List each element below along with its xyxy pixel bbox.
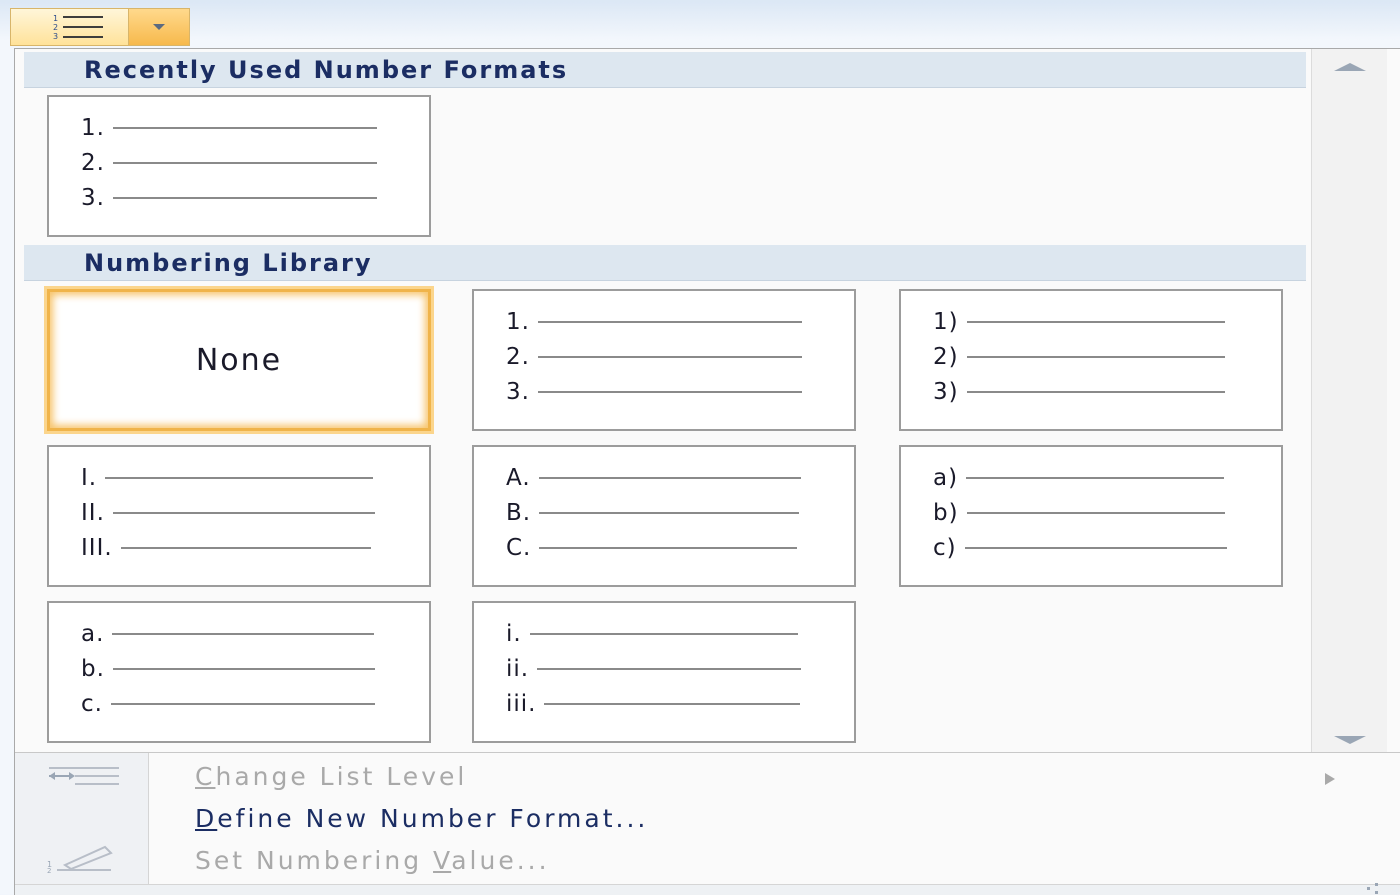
list-rule [966,391,1225,393]
list-marker: I. [81,465,98,491]
list-marker: c) [933,535,957,561]
list-marker: A. [506,465,531,491]
format-roman-upper-card[interactable]: I. II. III. [47,445,431,587]
list-rule [105,477,374,479]
list-marker: ii. [506,656,530,682]
list-rule [112,633,375,635]
list-marker: b. [81,656,105,682]
menu-item-label: alue... [451,846,550,875]
define-new-number-format-item[interactable]: Define New Number Format... [195,799,648,839]
format-arabic-paren-card[interactable]: 1) 2) 3) [899,289,1283,431]
format-none-card[interactable]: None [47,289,431,431]
list-rule [966,512,1225,514]
svg-text:2: 2 [53,23,58,32]
accelerator-key: D [195,804,218,833]
list-rule [537,321,802,323]
svg-text:3: 3 [53,32,58,41]
submenu-arrow-icon [1325,773,1335,785]
numbering-dropdown-button[interactable] [129,9,189,45]
menu-item-label: hange List Level [215,762,468,791]
format-alpha-upper-card[interactable]: A. B. C. [472,445,856,587]
change-list-level-icon [49,767,119,785]
list-rule [110,703,375,705]
set-numbering-value-icon: 1 2 [47,845,113,875]
list-rule [966,477,1225,479]
list-marker: III. [81,535,113,561]
list-marker: b) [933,500,959,526]
menu-item-label: efine New Number Format... [217,804,649,833]
list-rule [537,391,802,393]
list-marker: 2. [81,150,105,176]
numbering-button[interactable]: 1 2 3 [11,9,129,45]
menu-icon-gutter: 1 2 [15,753,149,884]
list-rule [112,668,375,670]
gallery-scrollbar[interactable] [1311,49,1387,752]
list-rule [112,512,375,514]
list-marker: 3) [933,379,959,405]
chevron-down-icon [153,24,165,30]
numbering-menu: 1 2 Change List Level Define New Number … [15,752,1400,895]
list-marker: II. [81,500,105,526]
list-marker: iii. [506,691,537,717]
set-numbering-value-item[interactable]: Set Numbering Value... [195,841,550,881]
scroll-down-arrow-icon[interactable] [1334,736,1366,744]
list-marker: c. [81,691,103,717]
accelerator-key: C [195,762,216,791]
change-list-level-item[interactable]: Change List Level [195,757,467,797]
resize-grip-icon[interactable] [1345,881,1385,895]
list-rule [538,477,801,479]
recent-format-card-1[interactable]: 1. 2. 3. [47,95,431,237]
list-marker: a. [81,621,105,647]
format-alpha-lower-period-card[interactable]: a. b. c. [47,601,431,743]
list-rule [966,321,1225,323]
list-marker: 2. [506,344,530,370]
format-roman-lower-card[interactable]: i. ii. iii. [472,601,856,743]
list-rule [112,197,377,199]
list-rule [537,668,802,670]
list-rule [544,703,801,705]
list-marker: i. [506,621,522,647]
list-rule [537,356,802,358]
list-marker: 1) [933,309,959,335]
numbering-gallery: Recently Used Number Formats 1. 2. 3. Nu… [15,49,1311,752]
none-label: None [195,342,283,378]
scroll-up-arrow-icon[interactable] [1334,63,1366,71]
accelerator-key: V [433,846,452,875]
format-alpha-lower-paren-card[interactable]: a) b) c) [899,445,1283,587]
menu-bottom-strip [15,884,1400,895]
list-rule [964,547,1227,549]
list-rule [529,633,798,635]
format-arabic-period-card[interactable]: 1. 2. 3. [472,289,856,431]
list-rule [120,547,371,549]
numbering-split-button[interactable]: 1 2 3 [10,8,190,46]
numbering-library-header: Numbering Library [24,245,1306,281]
list-marker: 1. [81,115,105,141]
svg-text:2: 2 [47,867,51,875]
list-marker: 2) [933,344,959,370]
list-marker: C. [506,535,532,561]
menu-item-label-prefix: Set Numbering [195,846,434,875]
list-rule [112,127,377,129]
list-rule [539,512,800,514]
svg-text:1: 1 [53,14,58,23]
list-marker: a) [933,465,959,491]
list-marker: 1. [506,309,530,335]
recent-formats-header: Recently Used Number Formats [24,52,1306,88]
list-rule [966,356,1225,358]
numbering-gallery-panel: Recently Used Number Formats 1. 2. 3. Nu… [14,48,1400,895]
list-rule [112,162,377,164]
list-marker: 3. [506,379,530,405]
numbered-list-icon: 1 2 3 [53,14,103,41]
list-marker: B. [506,500,532,526]
list-marker: 3. [81,185,105,211]
list-rule [539,547,798,549]
